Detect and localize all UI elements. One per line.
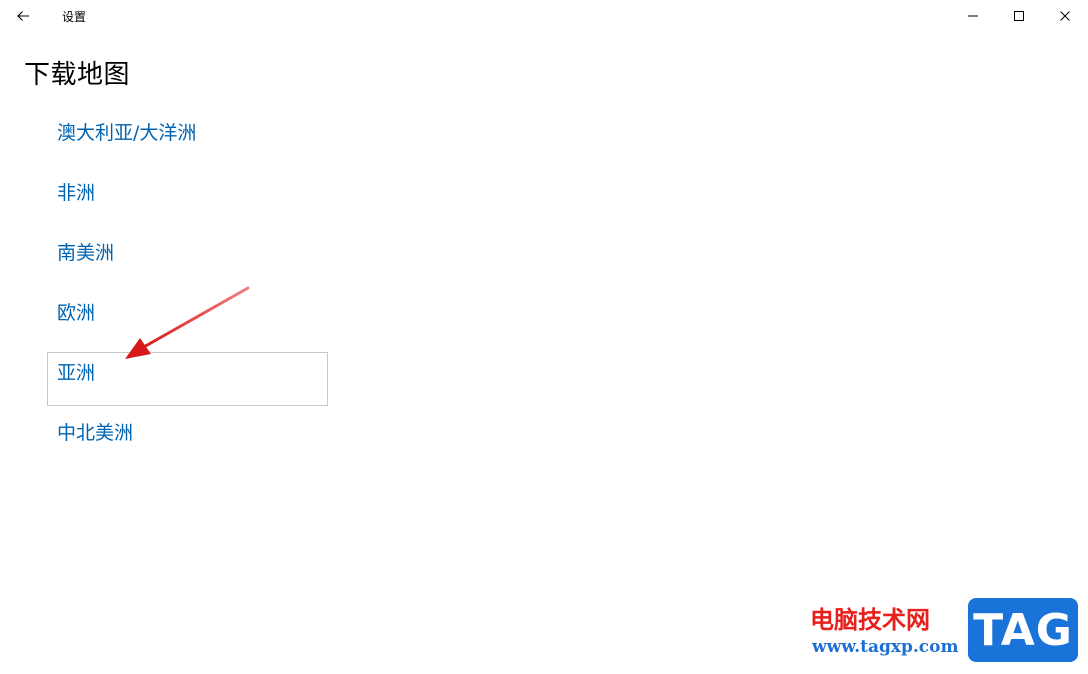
- close-icon: [1060, 11, 1070, 21]
- region-link-north-central-america[interactable]: 中北美洲: [57, 418, 133, 445]
- region-link-asia[interactable]: 亚洲: [57, 358, 95, 385]
- close-button[interactable]: [1042, 0, 1088, 32]
- annotation-arrow-icon: [125, 286, 250, 359]
- region-link-europe[interactable]: 欧洲: [57, 298, 95, 325]
- watermark-url: www.tagxp.com: [812, 637, 959, 657]
- maximize-icon: [1014, 11, 1024, 21]
- region-link-oceania[interactable]: 澳大利亚/大洋洲: [57, 118, 196, 145]
- minimize-icon: [968, 15, 978, 17]
- page-title: 下载地图: [24, 60, 131, 90]
- watermark-logo: TAG: [968, 598, 1078, 662]
- minimize-button[interactable]: [950, 0, 996, 32]
- region-link-south-america[interactable]: 南美洲: [57, 238, 114, 265]
- title-bar: 设置: [0, 0, 1088, 32]
- region-link-africa[interactable]: 非洲: [57, 178, 95, 205]
- settings-window: 设置 下载地图 澳大利亚/大洋洲 非洲 南美洲 欧洲 亚洲 中北美洲 电脑技术网…: [0, 0, 1088, 674]
- maximize-button[interactable]: [996, 0, 1042, 32]
- back-button[interactable]: [8, 3, 38, 29]
- back-arrow-icon: [17, 11, 29, 21]
- watermark-site-name: 电脑技术网: [810, 606, 930, 634]
- window-title: 设置: [62, 10, 87, 24]
